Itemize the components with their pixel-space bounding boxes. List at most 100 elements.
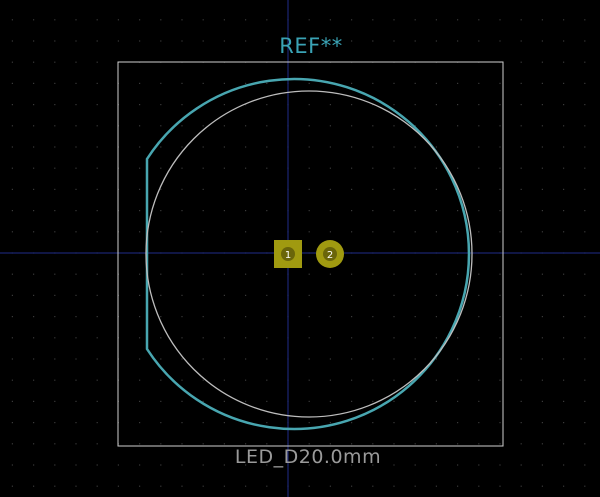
- grid-dot: [181, 400, 183, 402]
- grid-dot: [414, 188, 416, 190]
- grid-dot: [202, 379, 204, 381]
- grid-dot: [499, 146, 501, 148]
- grid-dot: [457, 485, 459, 487]
- grid-dot: [584, 188, 586, 190]
- pcb-canvas[interactable]: 1 2: [0, 0, 600, 497]
- grid-dot: [435, 19, 437, 21]
- grid-dot: [11, 273, 13, 275]
- grid-dot: [33, 337, 35, 339]
- grid-dot: [584, 231, 586, 233]
- grid-dot: [202, 337, 204, 339]
- grid-dot: [139, 19, 141, 21]
- grid-dot: [541, 337, 543, 339]
- grid-dot: [584, 146, 586, 148]
- grid-dot: [329, 379, 331, 381]
- grid-dot: [96, 61, 98, 63]
- grid-dot: [202, 210, 204, 212]
- grid-dot: [478, 167, 480, 169]
- grid-dot: [351, 19, 353, 21]
- grid-dot: [223, 422, 225, 424]
- grid-dot: [563, 379, 565, 381]
- grid-dot: [520, 337, 522, 339]
- grid-dot: [308, 188, 310, 190]
- grid-dot: [520, 146, 522, 148]
- grid-dot: [499, 294, 501, 296]
- grid-dot: [435, 167, 437, 169]
- grid-dot: [181, 379, 183, 381]
- grid-dot: [541, 400, 543, 402]
- grid-dot: [75, 231, 77, 233]
- grid-dot: [393, 443, 395, 445]
- grid-dot: [329, 422, 331, 424]
- grid-dot: [139, 337, 141, 339]
- grid-dot: [414, 19, 416, 21]
- grid-dot: [181, 358, 183, 360]
- grid-dot: [139, 104, 141, 106]
- grid-dot: [414, 104, 416, 106]
- grid-dot: [308, 422, 310, 424]
- footprint-value[interactable]: LED_D20.0mm: [0, 446, 600, 468]
- grid-dot: [541, 19, 543, 21]
- pad-1[interactable]: 1: [274, 240, 302, 268]
- grid-dot: [372, 125, 374, 127]
- grid-dot: [266, 82, 268, 84]
- grid-dot: [457, 273, 459, 275]
- grid-dot: [223, 358, 225, 360]
- grid-dot: [393, 125, 395, 127]
- grid-dot: [160, 19, 162, 21]
- reference-designator[interactable]: REF**: [0, 34, 600, 58]
- grid-dot: [541, 61, 543, 63]
- grid-dot: [499, 400, 501, 402]
- grid-dot: [266, 210, 268, 212]
- grid-dot: [584, 167, 586, 169]
- grid-dot: [584, 358, 586, 360]
- grid-dot: [308, 104, 310, 106]
- grid-dot: [478, 82, 480, 84]
- grid-dot: [478, 337, 480, 339]
- grid-dot: [160, 358, 162, 360]
- grid-dot: [11, 422, 13, 424]
- grid-dot: [435, 231, 437, 233]
- grid-dot: [520, 231, 522, 233]
- pad-2[interactable]: 2: [316, 240, 344, 268]
- grid-dot: [139, 210, 141, 212]
- grid-dot: [499, 358, 501, 360]
- grid-dot: [329, 337, 331, 339]
- grid-dot: [75, 188, 77, 190]
- grid-dot: [139, 231, 141, 233]
- grid-dot: [266, 443, 268, 445]
- grid-dot: [245, 82, 247, 84]
- grid-dot: [266, 485, 268, 487]
- grid-dot: [245, 294, 247, 296]
- grid-dot: [435, 485, 437, 487]
- grid-dot: [96, 443, 98, 445]
- grid-dot: [499, 273, 501, 275]
- grid-dot: [563, 337, 565, 339]
- grid-dot: [245, 146, 247, 148]
- grid-dot: [75, 400, 77, 402]
- grid-dot: [202, 443, 204, 445]
- grid-dot: [499, 210, 501, 212]
- grid-dot: [435, 337, 437, 339]
- grid-dot: [478, 443, 480, 445]
- grid-dot: [223, 485, 225, 487]
- grid-dot: [75, 337, 77, 339]
- grid-dot: [541, 146, 543, 148]
- grid-dot: [245, 210, 247, 212]
- grid-dot: [541, 294, 543, 296]
- grid-dot: [223, 443, 225, 445]
- grid-dot: [520, 82, 522, 84]
- grid-dot: [329, 146, 331, 148]
- grid-dot: [33, 273, 35, 275]
- grid-dot: [308, 337, 310, 339]
- grid-dot: [11, 167, 13, 169]
- grid-dot: [96, 19, 98, 21]
- grid-dot: [435, 358, 437, 360]
- grid-dot: [96, 337, 98, 339]
- grid-dot: [160, 400, 162, 402]
- grid-dot: [11, 485, 13, 487]
- grid-dot: [393, 337, 395, 339]
- grid-dot: [54, 19, 56, 21]
- grid-dot: [457, 294, 459, 296]
- grid-dot: [266, 167, 268, 169]
